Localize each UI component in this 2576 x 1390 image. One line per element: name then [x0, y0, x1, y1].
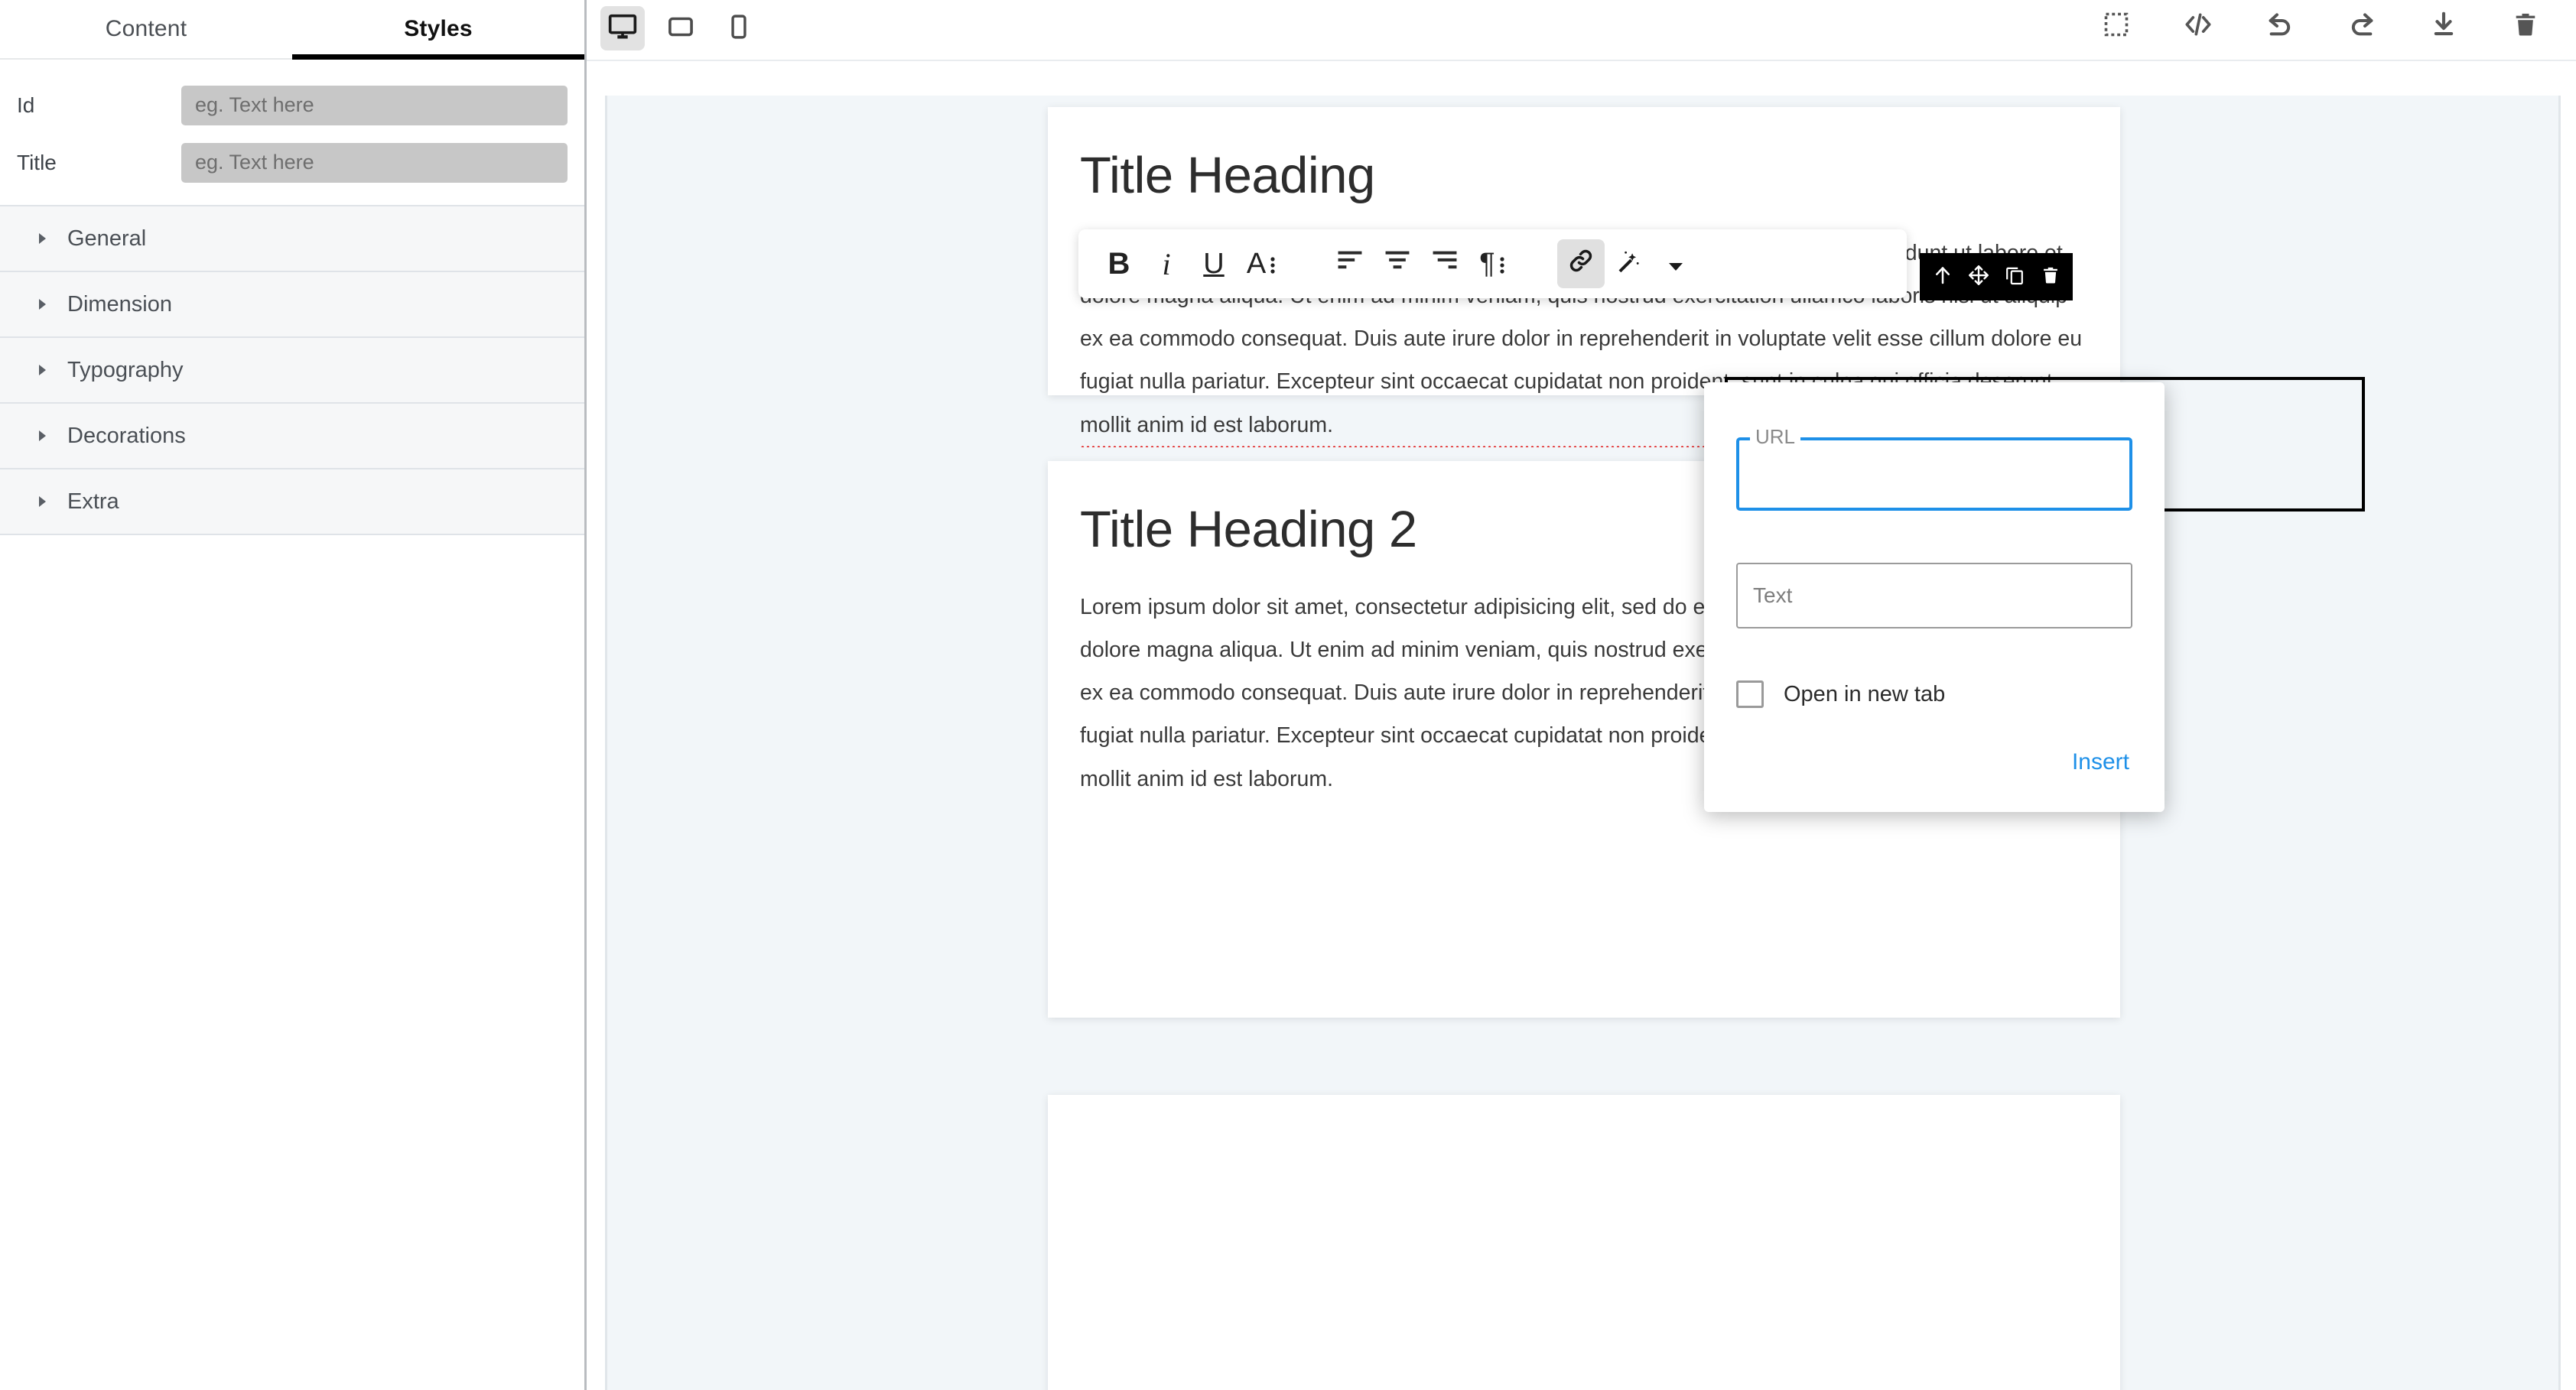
title-field[interactable]: [181, 142, 568, 183]
align-left-button[interactable]: [1326, 239, 1374, 288]
sidebar-section-decorations[interactable]: Decorations: [0, 404, 584, 469]
code-view-button[interactable]: [2178, 6, 2218, 46]
open-in-new-tab-label: Open in new tab: [1784, 681, 1946, 706]
sidebar-section-typography-label: Typography: [67, 357, 184, 382]
download-icon: [2429, 10, 2458, 43]
bold-button[interactable]: B: [1095, 239, 1143, 288]
sidebar-section-typography[interactable]: Typography: [0, 338, 584, 404]
select-parent-button[interactable]: [1927, 261, 1959, 293]
align-right-icon: [1430, 248, 1459, 281]
tab-content[interactable]: Content: [0, 0, 292, 58]
import-button[interactable]: [2424, 6, 2464, 46]
device-desktop-button[interactable]: [600, 6, 645, 50]
dashed-square-icon: [2103, 11, 2130, 42]
open-in-new-tab-checkbox[interactable]: [1736, 680, 1764, 708]
italic-icon: i: [1162, 246, 1171, 281]
align-left-icon: [1335, 248, 1364, 281]
sidebar-section-general-label: General: [67, 226, 147, 251]
undo-button[interactable]: [2260, 6, 2300, 46]
clear-formatting-button[interactable]: [1605, 239, 1652, 288]
toggle-borders-button[interactable]: [2096, 6, 2136, 46]
font-style-icon: A: [1247, 248, 1276, 281]
align-right-button[interactable]: [1421, 239, 1469, 288]
url-input[interactable]: [1739, 440, 2129, 508]
chevron-down-icon: [1667, 248, 1684, 280]
align-center-button[interactable]: [1374, 239, 1421, 288]
trash-icon: [2512, 11, 2539, 42]
sidebar-section-decorations-label: Decorations: [67, 423, 186, 448]
undo-icon: [2265, 9, 2295, 44]
card-heading[interactable]: Title Heading: [1080, 147, 2088, 204]
chevron-right-icon: [34, 493, 50, 510]
chevron-right-icon: [34, 427, 50, 444]
text-field-wrapper: [1736, 563, 2132, 628]
url-field-label: URL: [1750, 427, 1801, 447]
move-icon: [1967, 264, 1990, 291]
id-field[interactable]: [181, 85, 568, 125]
clear-canvas-button[interactable]: [2506, 6, 2545, 46]
move-button[interactable]: [1963, 261, 1995, 293]
sidebar-section-extra[interactable]: Extra: [0, 469, 584, 535]
underline-button[interactable]: U: [1190, 239, 1238, 288]
trash-icon: [2041, 265, 2060, 289]
align-center-icon: [1383, 248, 1412, 281]
chevron-right-icon: [34, 362, 50, 378]
settings-sidebar: Content Styles Id Title General: [0, 0, 587, 1390]
rich-text-toolbar: B i U A ¶: [1078, 229, 1907, 298]
popover-actions: Insert: [1736, 745, 2132, 780]
desktop-icon: [607, 11, 638, 46]
copy-icon: [2004, 265, 2025, 290]
sidebar-section-dimension-label: Dimension: [67, 291, 172, 317]
italic-button[interactable]: i: [1143, 239, 1190, 288]
tab-styles[interactable]: Styles: [292, 0, 584, 60]
device-switcher: [600, 6, 761, 50]
style-sections: General Dimension Typography Decorations: [0, 205, 584, 535]
sidebar-section-dimension[interactable]: Dimension: [0, 272, 584, 338]
tab-styles-label: Styles: [404, 16, 473, 41]
magic-wand-icon: [1615, 248, 1641, 281]
toolbar-divider: [1285, 264, 1326, 265]
paragraph-icon: ¶: [1479, 248, 1504, 281]
title-field-label: Title: [17, 150, 57, 174]
redo-icon: [2347, 9, 2377, 44]
basic-fields: Id Title: [0, 60, 584, 205]
open-in-new-tab-row[interactable]: Open in new tab: [1736, 680, 2132, 708]
paragraph-format-button[interactable]: ¶: [1469, 239, 1516, 288]
url-field-wrapper: URL: [1736, 427, 2132, 511]
delete-block-button[interactable]: [2034, 261, 2067, 293]
chevron-right-icon: [34, 296, 50, 313]
duplicate-button[interactable]: [1999, 261, 2031, 293]
device-tablet-button[interactable]: [659, 6, 703, 50]
arrow-up-icon: [1931, 264, 1954, 291]
field-row-id: Id: [0, 76, 584, 134]
underline-icon: U: [1203, 247, 1225, 280]
code-icon: [2183, 9, 2213, 44]
block-action-toolbar: [1920, 253, 2073, 300]
editor-root: Content Styles Id Title General: [0, 0, 2576, 1390]
formatting-dropdown-button[interactable]: [1652, 239, 1699, 288]
link-button[interactable]: [1557, 239, 1605, 288]
content-card[interactable]: [1048, 1095, 2120, 1390]
top-toolbar: [587, 0, 2576, 61]
insert-link-button[interactable]: Insert: [2069, 745, 2132, 780]
sidebar-section-general[interactable]: General: [0, 206, 584, 272]
chevron-right-icon: [34, 230, 50, 247]
tab-content-label: Content: [105, 16, 187, 41]
device-mobile-button[interactable]: [717, 6, 761, 50]
field-row-title: Title: [0, 134, 584, 191]
font-style-button[interactable]: A: [1238, 239, 1285, 288]
id-field-label: Id: [17, 93, 35, 117]
link-icon: [1566, 246, 1595, 282]
bold-icon: B: [1107, 246, 1130, 281]
sidebar-tabbar: Content Styles: [0, 0, 584, 60]
redo-button[interactable]: [2342, 6, 2382, 46]
mobile-icon: [726, 14, 752, 44]
editor-actions: [2096, 6, 2545, 46]
link-text-input[interactable]: [1738, 564, 2131, 627]
tablet-icon: [667, 13, 694, 44]
card-body: [1048, 1095, 2120, 1135]
link-popover: URL Open in new tab Insert: [1704, 382, 2165, 812]
toolbar-divider: [1516, 264, 1557, 265]
sidebar-section-extra-label: Extra: [67, 489, 119, 514]
